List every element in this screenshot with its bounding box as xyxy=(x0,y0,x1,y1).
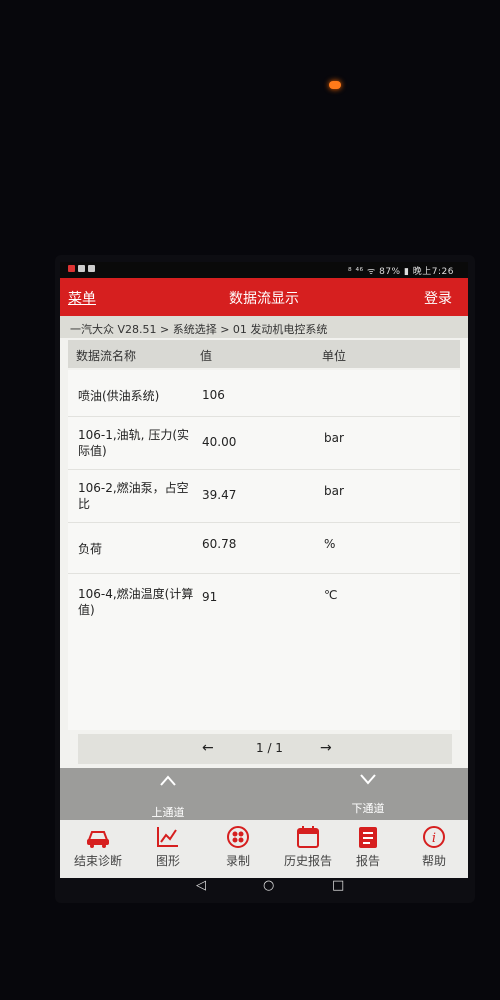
row-value: 39.47 xyxy=(202,488,237,502)
channel-bar: 上通道 下通道 xyxy=(60,768,468,820)
next-page-arrow-icon[interactable]: → xyxy=(320,740,332,756)
help-button[interactable]: i 帮助 xyxy=(402,824,466,869)
notification-icon xyxy=(68,265,75,272)
chevron-up-icon xyxy=(138,774,198,792)
row-name: 喷油(供油系统) xyxy=(78,389,160,403)
title-bar: 菜单 数据流显示 登录 xyxy=(60,278,468,316)
down-channel-label: 下通道 xyxy=(351,802,385,815)
table-row[interactable]: 负荷 60.78 % xyxy=(68,523,460,574)
row-name: 106-4,燃油温度(计算值) xyxy=(78,587,194,617)
row-name: 负荷 xyxy=(78,542,103,556)
page-indicator: 1 / 1 xyxy=(256,741,283,755)
graph-button[interactable]: 图形 xyxy=(136,824,200,869)
row-unit: ℃ xyxy=(324,588,338,602)
bottom-navigation: 结束诊断 图形 录制 历史报告 报告 i 帮助 xyxy=(60,820,468,878)
car-icon xyxy=(66,824,130,850)
back-icon[interactable]: ◁ xyxy=(196,878,206,893)
column-header-value: 值 xyxy=(200,349,213,363)
row-value: 106 xyxy=(202,388,225,402)
notification-icon xyxy=(88,265,95,272)
system-navigation-bar: ◁ ○ □ xyxy=(0,876,500,900)
record-icon xyxy=(206,824,270,850)
row-value: 60.78 xyxy=(202,537,237,551)
camera-indicator-light xyxy=(329,81,341,89)
table-row[interactable]: 106-2,燃油泵，占空比 39.47 bar xyxy=(68,470,460,523)
chart-icon xyxy=(136,824,200,850)
nav-label: 图形 xyxy=(155,854,180,868)
row-unit: bar xyxy=(324,484,344,498)
recents-icon[interactable]: □ xyxy=(332,878,344,893)
pagination: ← 1 / 1 → xyxy=(78,734,452,764)
nav-label: 帮助 xyxy=(421,854,446,868)
row-value: 40.00 xyxy=(202,435,237,449)
row-value: 91 xyxy=(202,590,218,604)
nav-label: 录制 xyxy=(225,854,250,868)
row-name: 106-2,燃油泵，占空比 xyxy=(78,481,189,511)
notification-icons xyxy=(68,265,95,272)
report-icon xyxy=(336,824,400,850)
login-button[interactable]: 登录 xyxy=(424,288,452,308)
end-diagnosis-button[interactable]: 结束诊断 xyxy=(66,824,130,869)
device-screen: ⁸ ⁴⁶ ᯤ 87% ▮ 晚上7:26 菜单 数据流显示 登录 一汽大众 V28… xyxy=(60,262,468,878)
home-icon[interactable]: ○ xyxy=(263,878,274,893)
nav-label: 结束诊断 xyxy=(73,854,122,868)
column-header-unit: 单位 xyxy=(322,349,347,363)
page-title: 数据流显示 xyxy=(229,291,299,307)
notification-icon xyxy=(78,265,85,272)
table-row[interactable]: 106-4,燃油温度(计算值) 91 ℃ xyxy=(68,574,460,628)
info-icon: i xyxy=(402,824,466,850)
breadcrumb-text: 一汽大众 V28.51 > 系统选择 > 01 发动机电控系统 xyxy=(70,323,328,336)
up-channel-label: 上通道 xyxy=(151,806,185,819)
up-channel-button[interactable]: 上通道 xyxy=(138,774,198,820)
row-unit: bar xyxy=(324,431,344,445)
data-table: 喷油(供油系统) 106 106-1,油轨, 压力(实际值) 40.00 bar… xyxy=(68,370,460,730)
record-button[interactable]: 录制 xyxy=(206,824,270,869)
report-button[interactable]: 报告 xyxy=(336,824,400,869)
nav-label: 报告 xyxy=(355,854,380,868)
row-unit: % xyxy=(324,537,336,551)
column-header-name: 数据流名称 xyxy=(76,349,137,363)
down-channel-button[interactable]: 下通道 xyxy=(338,772,398,816)
table-row[interactable]: 106-1,油轨, 压力(实际值) 40.00 bar xyxy=(68,417,460,470)
table-row[interactable]: 喷油(供油系统) 106 xyxy=(68,370,460,417)
svg-text:i: i xyxy=(432,831,436,846)
table-header: 数据流名称 值 单位 xyxy=(68,340,460,368)
status-bar: ⁸ ⁴⁶ ᯤ 87% ▮ 晚上7:26 xyxy=(60,262,468,278)
breadcrumb: 一汽大众 V28.51 > 系统选择 > 01 发动机电控系统 xyxy=(60,316,468,338)
prev-page-arrow-icon[interactable]: ← xyxy=(202,740,214,756)
chevron-down-icon xyxy=(338,772,398,790)
status-bar-info: ⁸ ⁴⁶ ᯤ 87% ▮ 晚上7:26 xyxy=(347,267,454,277)
row-name: 106-1,油轨, 压力(实际值) xyxy=(78,428,189,458)
